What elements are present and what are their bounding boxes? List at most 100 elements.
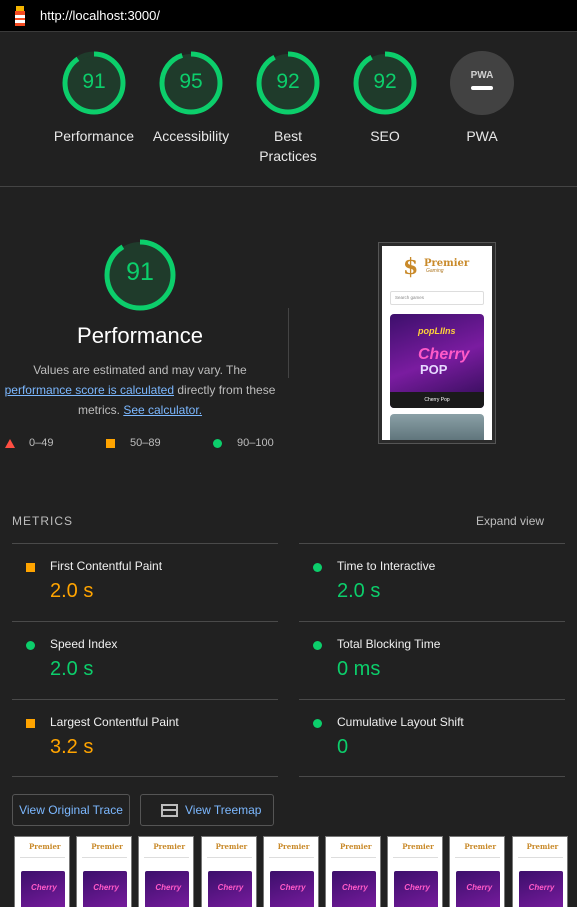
frame-card: Cherry — [394, 871, 439, 907]
frame-search — [144, 857, 190, 861]
game-card — [390, 414, 484, 440]
frame-brand: Premier — [215, 842, 248, 851]
legend-poor: 0–49 — [5, 437, 53, 449]
metric-name: Total Blocking Time — [337, 637, 441, 651]
metric-speed-index: Speed Index 2.0 s — [12, 621, 278, 699]
frame-card-label: Cherry — [31, 883, 57, 892]
circle-icon — [26, 641, 35, 650]
gauge-seo[interactable]: 92 SEO — [335, 50, 435, 146]
frame-card-label: Cherry — [279, 883, 306, 892]
metric-name: Speed Index — [50, 637, 118, 651]
filmstrip-frame: Premier Cherry — [76, 836, 133, 907]
gauge-score: 91 — [82, 70, 106, 93]
browser-bar: http://localhost:3000/ — [0, 0, 577, 32]
see-calculator-link[interactable]: See calculator. — [123, 403, 202, 417]
gauge-score: 92 — [373, 70, 397, 93]
legend-average: 50–89 — [106, 437, 161, 449]
gauge-performance[interactable]: 91 Performance — [44, 50, 144, 146]
page-url: http://localhost:3000/ — [40, 8, 160, 23]
view-original-trace-button[interactable]: View Original Trace — [12, 794, 130, 826]
expand-view-toggle[interactable]: Expand view — [476, 514, 544, 528]
frame-card-label: Cherry — [404, 883, 430, 892]
frame-card-label: Cherry — [155, 883, 182, 892]
gauge-score: 92 — [276, 70, 300, 93]
frame-card: Cherry — [207, 871, 252, 907]
desc-text: Values are estimated and may vary. The — [33, 363, 247, 377]
frame-brand: Premier — [340, 842, 372, 851]
metric-tbt: Total Blocking Time 0 ms — [299, 621, 565, 699]
frame-search — [517, 857, 563, 861]
legend-label: 50–89 — [130, 437, 161, 449]
frame-card: Cherry — [145, 871, 190, 907]
gauge-label: Best Practices — [259, 128, 317, 164]
frame-search — [455, 857, 501, 861]
frame-brand: Premier — [91, 842, 123, 851]
divider — [288, 308, 289, 378]
search-input-preview: Search games — [390, 291, 484, 305]
metric-fcp: First Contentful Paint 2.0 s — [12, 543, 278, 621]
frame-brand: Premier — [402, 842, 434, 851]
metric-value: 2.0 s — [50, 658, 94, 680]
square-icon — [106, 438, 115, 448]
legend-label: 90–100 — [237, 437, 274, 449]
metric-value: 2.0 s — [337, 580, 381, 602]
filmstrip-frame: Premier Cherry — [511, 836, 568, 907]
brand-sub: Gaming — [426, 268, 444, 274]
frame-brand: Premier — [29, 842, 61, 851]
metric-value: 0 — [337, 736, 349, 758]
legend-label: 0–49 — [29, 437, 54, 449]
filmstrip-frame: Premier Cherry — [14, 836, 70, 907]
frame-search — [331, 857, 376, 861]
lighthouse-icon — [15, 6, 25, 26]
card-logo: popLIIns — [418, 326, 456, 336]
metric-lcp: Largest Contentful Paint 3.2 s — [12, 699, 278, 777]
filmstrip-frame: Premier Cherry — [325, 836, 381, 907]
treemap-icon — [161, 804, 178, 817]
desc-text: metrics. — [77, 403, 124, 417]
performance-score: 91 — [126, 258, 154, 286]
filmstrip-frame: Premier Cherry — [138, 836, 195, 907]
gauge-label: Performance — [53, 128, 135, 144]
view-treemap-button[interactable]: View Treemap — [140, 794, 274, 826]
filmstrip-frame: Premier Cherry — [262, 836, 319, 907]
card-caption: Cherry Pop — [390, 392, 484, 408]
score-calculated-link[interactable]: performance score is calculated — [5, 383, 174, 397]
frame-brand: Premier — [464, 842, 497, 851]
frame-card: Cherry — [269, 871, 314, 907]
metric-name: Largest Contentful Paint — [50, 715, 179, 729]
metric-name: First Contentful Paint — [50, 559, 163, 573]
circle-icon — [313, 719, 322, 728]
frame-search — [393, 857, 439, 861]
category-gauges: 91 Performance 95 Accessibility 92 Best … — [0, 32, 577, 187]
final-screenshot[interactable]: $ Premier Gaming Search games popLIIns C… — [378, 242, 496, 444]
frame-brand: Premier — [277, 842, 310, 851]
metric-tti: Time to Interactive 2.0 s — [299, 543, 565, 621]
metric-cls: Cumulative Layout Shift 0 — [299, 699, 565, 777]
square-icon — [26, 563, 35, 572]
gauge-best-practices[interactable]: 92 Best Practices — [238, 50, 338, 166]
filmstrip-frame: Premier Cherry — [200, 836, 257, 907]
gauge-pwa[interactable]: PWA PWA — [432, 50, 532, 146]
card-name2: POP — [420, 362, 448, 377]
frame-card: Cherry — [83, 871, 128, 907]
circle-icon — [313, 563, 322, 572]
frame-search — [82, 857, 128, 861]
circle-icon — [313, 641, 322, 650]
gauge-accessibility[interactable]: 95 Accessibility — [141, 50, 241, 146]
pwa-badge-icon: PWA — [450, 51, 514, 115]
frame-brand: Premier — [526, 842, 559, 851]
frame-card-label: Cherry — [466, 883, 493, 892]
metric-value: 3.2 s — [50, 736, 94, 758]
filmstrip-frame: Premier Cherry — [387, 836, 444, 907]
legend-good: 90–100 — [213, 437, 274, 449]
gauge-label: PWA — [466, 128, 498, 144]
square-icon — [26, 719, 35, 728]
filmstrip-frame: Premier Cherry — [449, 836, 506, 907]
view-treemap-label: View Treemap — [185, 803, 262, 817]
gauge-score: 95 — [179, 70, 203, 93]
metric-name: Time to Interactive — [337, 559, 436, 573]
pwa-badge-text: PWA — [471, 70, 494, 81]
frame-card: Cherry — [332, 871, 376, 907]
frame-card: Cherry — [21, 871, 65, 907]
frame-brand: Premier — [153, 842, 186, 851]
